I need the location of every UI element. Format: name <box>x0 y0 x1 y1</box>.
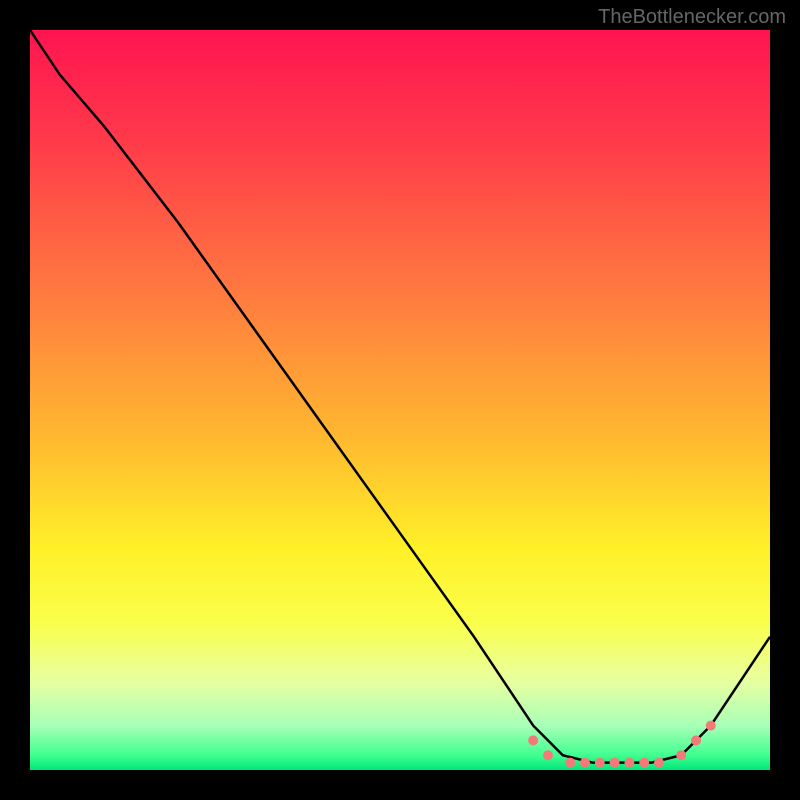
data-marker <box>610 758 620 768</box>
chart-frame <box>30 30 770 770</box>
data-marker <box>706 721 716 731</box>
data-marker <box>624 758 634 768</box>
plot-area <box>30 30 770 770</box>
chart-curve <box>30 30 770 770</box>
watermark-text: TheBottlenecker.com <box>598 6 786 29</box>
data-marker <box>543 750 553 760</box>
data-marker <box>528 735 538 745</box>
data-marker <box>565 758 575 768</box>
data-marker <box>676 750 686 760</box>
data-marker <box>691 735 701 745</box>
data-marker <box>580 758 590 768</box>
data-marker <box>595 758 605 768</box>
data-marker <box>654 758 664 768</box>
data-marker <box>639 758 649 768</box>
